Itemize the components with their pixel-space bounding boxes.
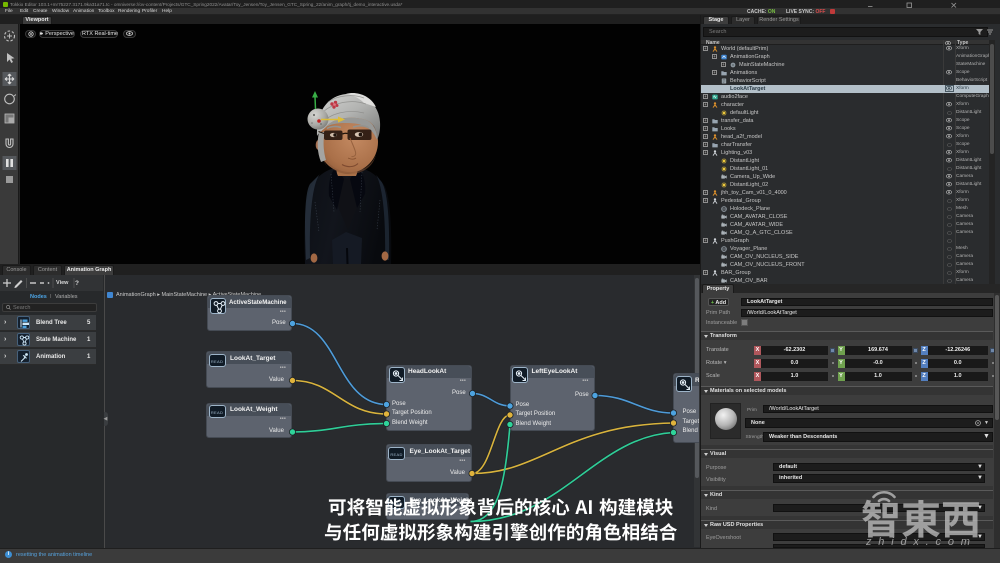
svg-text:zhidx.com: zhidx.com <box>865 536 977 548</box>
